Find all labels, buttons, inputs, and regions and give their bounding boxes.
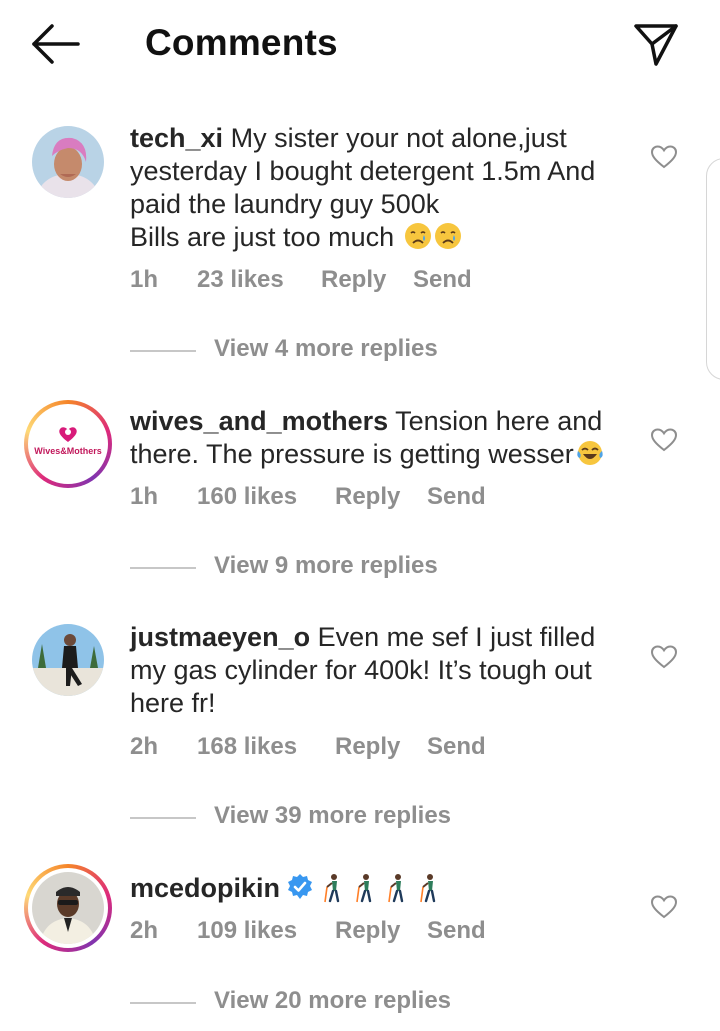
view-replies-label: View 39 more replies <box>214 802 452 829</box>
comment-time: 2h <box>130 917 159 944</box>
likes-count[interactable]: 109 likes <box>197 917 297 945</box>
person-with-cane-emoji <box>388 874 404 903</box>
comment-username[interactable]: justmaeyen_o <box>130 622 310 652</box>
heart-icon[interactable] <box>651 645 677 669</box>
person-with-cane-emoji <box>420 874 436 903</box>
person-with-cane-emoji <box>356 874 372 903</box>
comment-username[interactable]: wives_and_mothers <box>130 406 388 436</box>
paper-plane-icon <box>634 24 678 66</box>
reply-button[interactable]: Reply <box>321 266 386 294</box>
replies-divider <box>130 1002 196 1004</box>
comment-text: mcedopikin <box>130 872 630 905</box>
comment-time: 1h <box>130 266 159 293</box>
comment-time: 1h <box>130 483 159 510</box>
comment-text: tech_xi My sister your not alone,just ye… <box>130 122 630 254</box>
send-button[interactable]: Send <box>427 483 486 511</box>
comment-body-line: Tension here and <box>395 406 603 436</box>
heart-icon[interactable] <box>651 895 677 919</box>
tears-of-joy-emoji <box>577 441 603 465</box>
comment-body-line: My sister your not alone,just <box>230 123 567 153</box>
header-bar: Comments <box>0 0 720 90</box>
comment-body-line: yesterday I bought detergent 1.5m And <box>130 156 596 186</box>
profile-photo <box>32 872 104 944</box>
avatar[interactable] <box>32 624 104 696</box>
wives-mothers-logo: Wives&Mothers <box>32 408 104 480</box>
replies-divider <box>130 350 196 352</box>
comment-body-line: paid the laundry guy 500k <box>130 189 440 219</box>
logo-text: Wives&Mothers <box>34 446 101 456</box>
reply-button[interactable]: Reply <box>335 733 400 761</box>
page-title: Comments <box>145 22 338 63</box>
likes-count[interactable]: 160 likes <box>197 483 297 511</box>
send-button[interactable]: Send <box>427 733 486 761</box>
likes-count[interactable]: 23 likes <box>197 266 284 294</box>
side-panel-edge[interactable] <box>706 158 720 380</box>
profile-photo <box>32 126 104 198</box>
view-replies-label: View 4 more replies <box>214 335 438 362</box>
comment-text: justmaeyen_o Even me sef I just filled m… <box>130 621 630 720</box>
arrow-left-icon <box>32 24 80 64</box>
comment-body-line: Bills are just too much <box>130 222 395 252</box>
profile-photo <box>32 624 104 696</box>
view-replies-label: View 20 more replies <box>214 987 452 1014</box>
comment-body-line: there. The pressure is getting wesser <box>130 439 574 469</box>
send-button[interactable]: Send <box>413 266 472 294</box>
comment-body-line: my gas cylinder for 400k! It’s tough out <box>130 655 592 685</box>
crying-face-emoji <box>434 223 461 249</box>
comment-body-line: here fr! <box>130 688 216 718</box>
likes-count[interactable]: 168 likes <box>197 733 297 761</box>
person-with-cane-emoji <box>324 874 340 903</box>
view-replies-label: View 9 more replies <box>214 552 438 579</box>
heart-icon[interactable] <box>651 428 677 452</box>
avatar[interactable]: Wives&Mothers <box>24 400 112 488</box>
reply-button[interactable]: Reply <box>335 483 400 511</box>
comment-time: 2h <box>130 733 159 760</box>
avatar[interactable] <box>24 864 112 952</box>
share-button[interactable] <box>630 20 682 68</box>
comment-text: wives_and_mothers Tension here and there… <box>130 405 630 471</box>
back-button[interactable] <box>28 22 84 66</box>
comment-username[interactable]: tech_xi <box>130 123 223 153</box>
comment-body-line: Even me sef I just filled <box>317 622 596 652</box>
crying-face-emoji <box>404 223 431 249</box>
reply-button[interactable]: Reply <box>335 917 400 945</box>
send-button[interactable]: Send <box>427 917 486 945</box>
comment-username[interactable]: mcedopikin <box>130 873 280 903</box>
verified-badge-icon <box>288 874 313 899</box>
replies-divider <box>130 567 196 569</box>
avatar[interactable] <box>32 126 104 198</box>
heart-icon[interactable] <box>651 145 677 169</box>
profile-photo: Wives&Mothers <box>32 408 104 480</box>
replies-divider <box>130 817 196 819</box>
